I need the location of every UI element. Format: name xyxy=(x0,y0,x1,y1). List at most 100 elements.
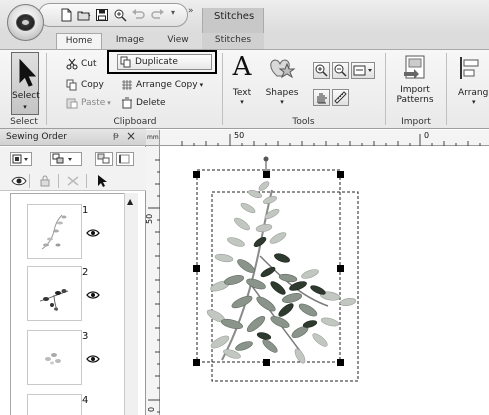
new-file-icon[interactable] xyxy=(59,8,73,22)
arrange-copy-dropdown-icon: ▾ xyxy=(199,81,204,89)
resize-handle-bottom-left[interactable] xyxy=(193,359,200,366)
resize-handle-top-right[interactable] xyxy=(337,171,344,178)
group-label-tools: Tools xyxy=(292,117,315,127)
text-label: Text xyxy=(232,88,252,98)
delete-button[interactable]: Delete xyxy=(121,96,166,110)
cut-pattern-icon xyxy=(67,176,79,186)
measure-button[interactable] xyxy=(332,89,349,106)
scissors-button[interactable] xyxy=(66,175,80,187)
zoom-fit-button[interactable] xyxy=(351,62,375,79)
toolbar-separator xyxy=(58,174,59,188)
list-item-number: 1 xyxy=(82,205,89,216)
list-item-number: 2 xyxy=(82,267,89,278)
delete-icon xyxy=(122,97,132,109)
pointer-button[interactable] xyxy=(96,174,108,188)
tab-image[interactable]: Image xyxy=(110,33,150,49)
tab-home[interactable]: Home xyxy=(56,33,102,50)
embroidery-pattern xyxy=(196,156,359,382)
import-patterns-button[interactable]: Import Patterns xyxy=(390,52,440,114)
list-item-thumbnail[interactable] xyxy=(27,266,82,321)
ruler-unit-corner: mm xyxy=(146,130,160,146)
save-icon[interactable] xyxy=(95,8,109,22)
import-label-line2: Patterns xyxy=(396,95,434,105)
list-item-thumbnail[interactable] xyxy=(27,330,82,385)
vertical-ruler: 50 0 xyxy=(145,146,160,415)
select-button[interactable]: Select ▾ xyxy=(11,52,40,115)
copy-button[interactable]: Copy xyxy=(66,78,104,92)
group-separator xyxy=(385,53,386,125)
ungroup-icon xyxy=(119,154,130,164)
ruler-icon xyxy=(334,91,347,104)
pan-button[interactable] xyxy=(313,89,330,106)
lock-button[interactable] xyxy=(38,175,52,187)
arrange-button[interactable]: Arrang ▾ xyxy=(450,52,489,114)
pin-icon[interactable]: ᵽ xyxy=(113,131,119,141)
ruler-label: 50 xyxy=(145,213,154,224)
zoom-out-icon xyxy=(334,64,347,77)
open-folder-icon[interactable] xyxy=(77,8,91,22)
visibility-icon[interactable] xyxy=(86,354,100,364)
list-item-thumbnail[interactable] xyxy=(27,204,82,259)
show-hide-button[interactable] xyxy=(11,175,27,187)
shapes-label: Shapes xyxy=(265,88,299,98)
delete-label: Delete xyxy=(136,98,166,108)
zoom-out-button[interactable] xyxy=(332,62,349,79)
visibility-icon[interactable] xyxy=(86,228,100,238)
scroll-up-icon[interactable]: ▲ xyxy=(127,197,133,206)
redo-icon[interactable] xyxy=(151,8,165,22)
pattern-thumbnail-icon xyxy=(41,214,67,250)
import-patterns-icon xyxy=(404,55,425,79)
design-canvas[interactable] xyxy=(160,146,489,415)
resize-handle-bottom[interactable] xyxy=(263,359,270,366)
cut-button[interactable]: Cut xyxy=(66,57,97,71)
sewing-order-scrollbar[interactable]: ▲ xyxy=(124,193,138,415)
group-button[interactable] xyxy=(95,152,113,166)
group-separator xyxy=(46,53,47,125)
ungroup-button[interactable] xyxy=(116,152,134,166)
zoom-icon[interactable] xyxy=(113,8,127,22)
zoom-fit-icon xyxy=(353,65,372,76)
close-icon[interactable]: × xyxy=(126,129,136,143)
ruler-label: 0 xyxy=(424,131,430,140)
resize-handle-left[interactable] xyxy=(193,265,200,272)
arrange-label: Arrang xyxy=(458,88,489,98)
application-menu-button[interactable] xyxy=(7,4,44,41)
arrange-copy-button[interactable]: Arrange Copy ▾ xyxy=(121,78,203,92)
list-item-thumbnail[interactable] xyxy=(27,394,82,415)
resize-handle-bottom-right[interactable] xyxy=(337,359,344,366)
visibility-icon[interactable] xyxy=(86,290,100,300)
paste-button[interactable]: Paste ▾ xyxy=(66,96,111,110)
shapes-dropdown-icon: ▾ xyxy=(280,98,284,106)
ruler-label: 0 xyxy=(147,406,156,412)
group-separator xyxy=(222,53,223,125)
list-item-number: 4 xyxy=(82,395,89,406)
group-label-select: Select xyxy=(10,117,38,127)
select-label: Select xyxy=(12,91,40,101)
pointer-icon xyxy=(98,175,107,187)
undo-icon[interactable] xyxy=(131,8,145,22)
qat-dropdown-icon[interactable]: ▾ xyxy=(171,8,185,22)
list-item-number: 3 xyxy=(82,331,89,342)
frame-select-button[interactable] xyxy=(10,152,32,166)
resize-handle-top[interactable] xyxy=(263,171,270,178)
resize-handle-right[interactable] xyxy=(337,265,344,272)
shapes-button[interactable]: Shapes ▾ xyxy=(262,52,302,114)
app-logo-icon xyxy=(16,14,35,31)
zoom-in-button[interactable] xyxy=(313,62,330,79)
group-label-clipboard: Clipboard xyxy=(113,117,157,127)
arrange-icon xyxy=(460,57,479,79)
toolbar-separator xyxy=(86,174,87,188)
sort-order-button[interactable] xyxy=(50,152,82,166)
resize-handle-top-left[interactable] xyxy=(193,171,200,178)
text-dropdown-icon: ▾ xyxy=(240,98,244,106)
tab-stitches[interactable]: Stitches xyxy=(210,33,256,49)
sewing-order-title: Sewing Order xyxy=(6,132,67,142)
arrange-copy-icon xyxy=(122,80,132,90)
qat-customize-icon[interactable]: » xyxy=(188,6,200,18)
toolbar-separator xyxy=(29,174,30,188)
horizontal-ruler: 50 0 xyxy=(146,130,489,146)
tab-view[interactable]: View xyxy=(160,33,196,49)
text-button[interactable]: A Text ▾ xyxy=(226,52,258,114)
arrange-dropdown-icon: ▾ xyxy=(472,98,476,106)
hand-icon xyxy=(317,93,327,104)
